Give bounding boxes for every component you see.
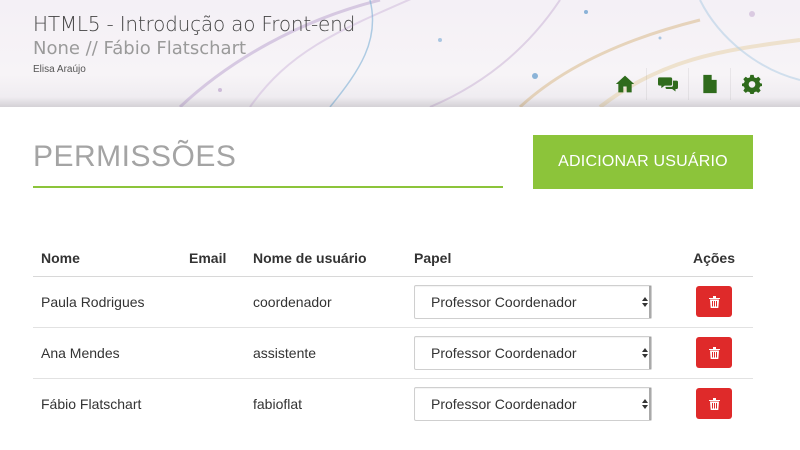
role-select[interactable]: Professor Coordenador [414, 386, 652, 421]
select-arrows-icon [642, 345, 648, 361]
select-arrows-icon [642, 396, 648, 412]
column-header-username: Nome de usuário [245, 240, 406, 277]
page-title: PERMISSÕES [33, 140, 503, 188]
role-select[interactable]: Professor Coordenador [414, 284, 652, 319]
trash-icon [708, 397, 720, 410]
cell-nome: Fábio Flatschart [41, 395, 142, 412]
settings-button[interactable] [730, 68, 772, 100]
chat-button[interactable] [646, 68, 688, 100]
add-user-button[interactable]: ADICIONAR USUÁRIO [533, 135, 753, 189]
trash-icon [708, 346, 720, 359]
home-icon [615, 75, 635, 93]
role-select-value: Professor Coordenador [431, 395, 577, 412]
home-button[interactable] [604, 68, 646, 100]
cell-papel: Professor Coordenador [406, 378, 675, 429]
cell-username: coordenador [245, 276, 406, 328]
gear-icon [741, 74, 762, 94]
select-edge [649, 336, 651, 369]
cell-nome: Paula Rodrigues [33, 276, 181, 328]
role-select[interactable]: Professor Coordenador [414, 335, 652, 370]
delete-user-button[interactable] [696, 388, 732, 420]
cell-nome: Ana Mendes [33, 327, 181, 379]
trash-icon [708, 295, 720, 308]
cell-acoes [675, 327, 753, 379]
select-edge [649, 387, 651, 420]
table-row: Fábio Flatschart fabioflat Professor Coo… [33, 378, 753, 429]
course-header: HTML5 - Introdução ao Front-end None // … [0, 0, 800, 107]
user-name: Elisa Araújo [33, 64, 86, 75]
table-header-row: Nome Email Nome de usuário Papel Ações [33, 240, 753, 277]
column-header-papel: Papel [406, 240, 675, 277]
course-subtitle: None // Fábio Flatschart [33, 38, 247, 59]
cell-email [181, 378, 245, 429]
cell-email [181, 276, 245, 328]
table-row: Paula Rodrigues coordenador Professor Co… [33, 276, 753, 328]
cell-papel: Professor Coordenador [406, 327, 675, 379]
header-toolbar [604, 68, 772, 100]
table-row: Ana Mendes assistente Professor Coordena… [33, 327, 753, 379]
permissions-table: Nome Email Nome de usuário Papel Ações P… [33, 240, 753, 429]
cell-email [181, 327, 245, 379]
column-header-email: Email [181, 240, 245, 277]
delete-user-button[interactable] [696, 286, 732, 317]
cell-username: fabioflat [253, 395, 303, 412]
delete-user-button[interactable] [696, 337, 732, 368]
cell-acoes [675, 378, 753, 429]
cell-acoes [675, 276, 753, 328]
column-header-acoes: Ações [675, 240, 753, 277]
select-arrows-icon [642, 294, 648, 310]
column-header-nome: Nome [33, 240, 181, 277]
role-select-value: Professor Coordenador [431, 344, 577, 361]
select-edge [649, 285, 651, 318]
cell-username: assistente [245, 327, 406, 379]
role-select-value: Professor Coordenador [431, 293, 577, 310]
cell-papel: Professor Coordenador [406, 276, 675, 328]
document-button[interactable] [688, 68, 730, 100]
document-icon [702, 74, 717, 94]
course-title: HTML5 - Introdução ao Front-end [33, 12, 356, 36]
chat-icon [657, 77, 678, 92]
